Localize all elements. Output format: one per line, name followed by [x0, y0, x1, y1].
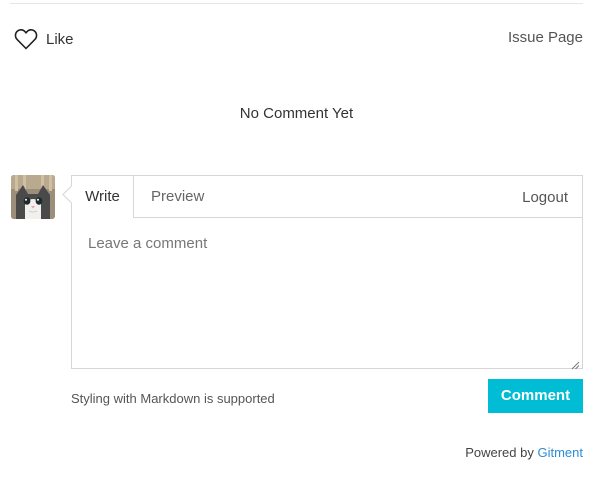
- resize-handle-icon[interactable]: [571, 357, 580, 370]
- like-button[interactable]: Like: [14, 28, 74, 50]
- powered-by: Powered by Gitment: [465, 445, 583, 460]
- editor-body: [72, 218, 582, 370]
- comment-textarea[interactable]: [72, 218, 582, 368]
- powered-by-text: Powered by: [465, 445, 534, 460]
- top-divider: [10, 3, 583, 4]
- heart-outline-icon: [14, 28, 38, 50]
- logout-link[interactable]: Logout: [522, 176, 568, 219]
- markdown-hint: Styling with Markdown is supported: [71, 391, 275, 406]
- editor-header: Write Preview Logout: [72, 176, 582, 218]
- like-label: Like: [46, 30, 74, 48]
- issue-page-link[interactable]: Issue Page: [508, 29, 583, 46]
- cat-avatar[interactable]: [11, 175, 55, 219]
- tab-preview[interactable]: Preview: [151, 176, 204, 217]
- gitment-comment-container: Like Issue Page No Comment Yet Write Pre…: [0, 0, 593, 491]
- comment-submit-button[interactable]: Comment: [488, 379, 583, 413]
- tab-write[interactable]: Write: [72, 176, 134, 218]
- comment-editor: Write Preview Logout: [62, 175, 583, 370]
- empty-comments-message: No Comment Yet: [239, 105, 354, 122]
- gitment-link[interactable]: Gitment: [537, 445, 583, 460]
